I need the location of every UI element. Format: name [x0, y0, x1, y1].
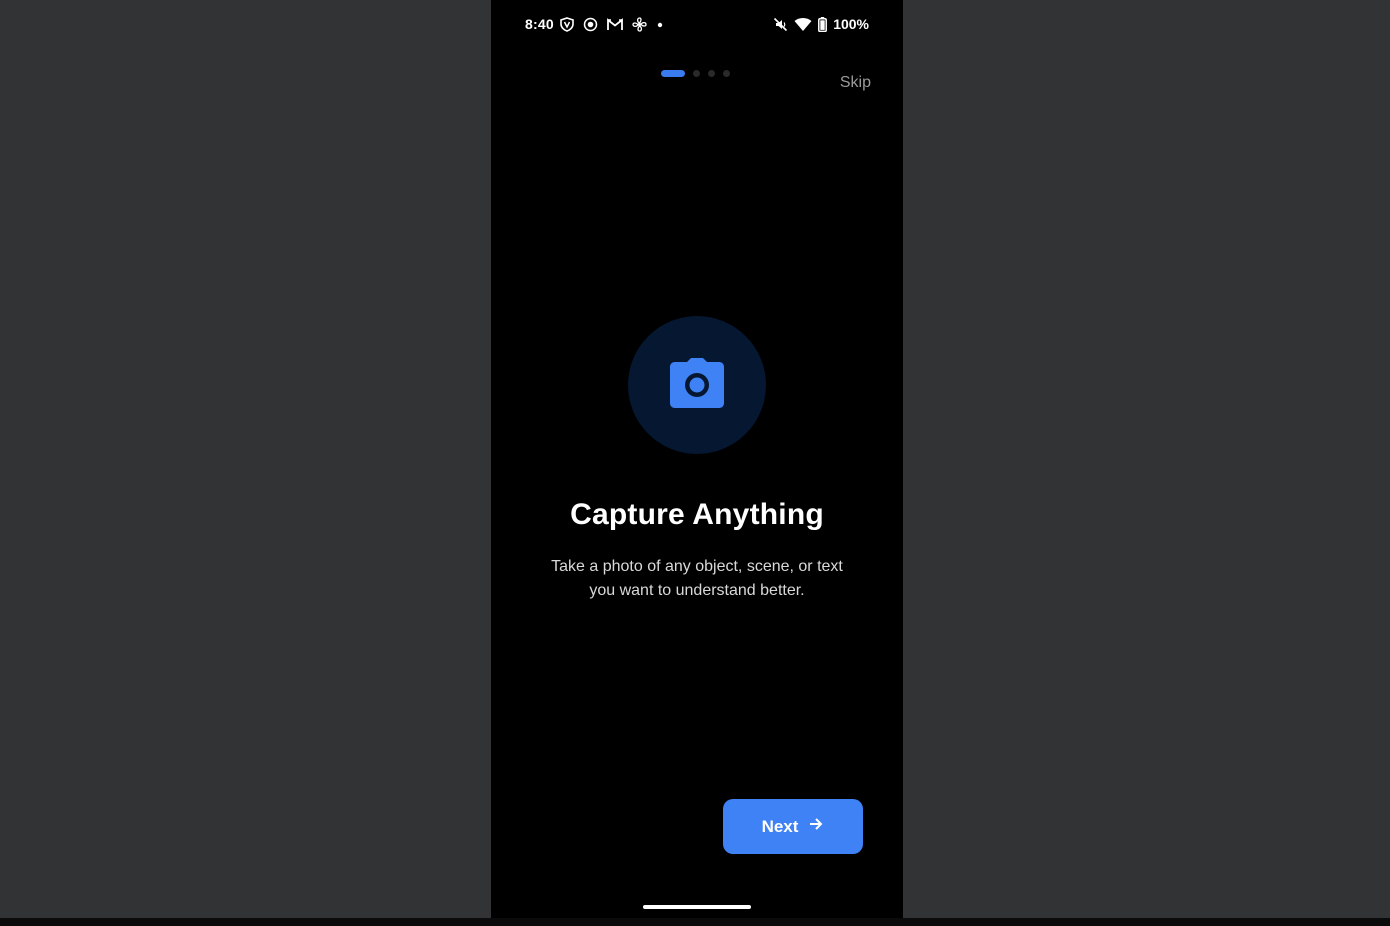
- battery-icon: [818, 16, 828, 32]
- skip-button[interactable]: Skip: [840, 74, 871, 92]
- arrow-right-icon: [808, 816, 824, 837]
- onboarding-title: Capture Anything: [570, 498, 824, 531]
- status-icons-left: [560, 16, 664, 33]
- fan-icon: [632, 17, 647, 32]
- next-button[interactable]: Next: [723, 799, 863, 854]
- status-icons-right: 100%: [773, 15, 869, 33]
- record-icon: [583, 17, 598, 32]
- next-button-label: Next: [761, 816, 799, 836]
- status-time: 8:40: [525, 16, 554, 32]
- onboarding-subtitle: Take a photo of any object, scene, or te…: [551, 558, 843, 599]
- page-dot-4: [723, 70, 730, 77]
- wifi-icon: [794, 17, 812, 32]
- hero-icon-circle: [628, 316, 766, 454]
- camera-icon: [669, 357, 725, 413]
- page-dot-2: [693, 70, 700, 77]
- page-dot-1: [661, 70, 685, 77]
- vpn-shield-icon: [560, 17, 574, 32]
- mute-icon: [773, 17, 788, 32]
- status-bar: 8:40 100%: [491, 0, 903, 50]
- gmail-icon: [607, 18, 623, 31]
- bottom-strip: [0, 918, 1390, 926]
- page-dot-3: [708, 70, 715, 77]
- battery-percent: 100%: [833, 16, 869, 32]
- phone-screen: 8:40 100% Skip Capture Anything Take a p…: [491, 0, 903, 918]
- page-indicator: [661, 70, 730, 77]
- dot-icon: [656, 21, 664, 29]
- home-indicator[interactable]: [643, 905, 751, 909]
